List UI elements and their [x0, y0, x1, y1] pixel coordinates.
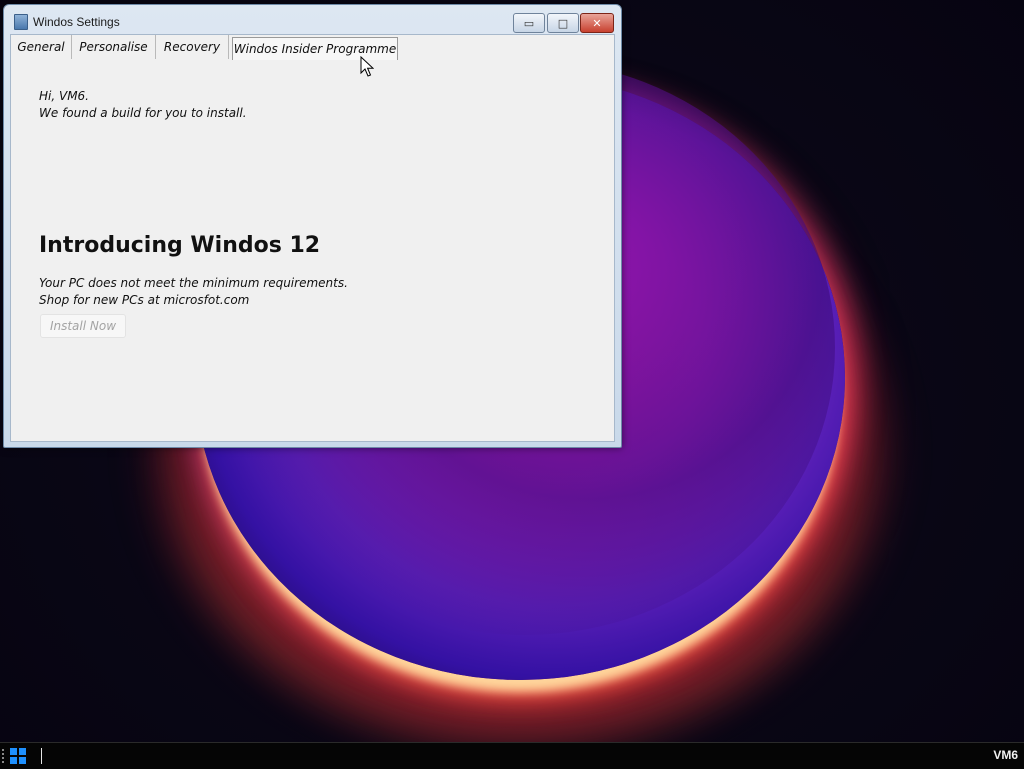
greeting-text: Hi, VM6. We found a build for you to ins… — [39, 88, 247, 122]
tab-recovery[interactable]: Recovery — [156, 35, 229, 59]
tray-computer-name: VM6 — [993, 748, 1018, 762]
windows-logo-pane — [10, 757, 17, 764]
windows-logo-icon — [10, 748, 17, 755]
maximize-icon: □ — [557, 16, 569, 30]
install-now-button[interactable]: Install Now — [40, 314, 126, 338]
greeting-line-1: Hi, VM6. — [39, 89, 89, 103]
settings-app-icon — [14, 14, 28, 30]
taskbar-grip-handle[interactable] — [2, 749, 7, 763]
window-titlebar[interactable]: Windos Settings ▭ □ ✕ — [4, 5, 621, 35]
minimize-icon: ▭ — [523, 16, 535, 30]
tab-strip: General Personalise Recovery Windos Insi… — [11, 35, 614, 61]
close-icon: ✕ — [592, 16, 602, 30]
requirements-line-2: Shop for new PCs at microsfot.com — [39, 293, 250, 307]
windows-logo-pane — [19, 757, 26, 764]
close-button[interactable]: ✕ — [580, 13, 614, 33]
page-title: Introducing Windos 12 — [39, 233, 321, 258]
settings-window: Windos Settings ▭ □ ✕ General Personalis… — [3, 4, 622, 448]
tab-general[interactable]: General — [11, 35, 72, 59]
window-title: Windos Settings — [33, 15, 120, 29]
maximize-button[interactable]: □ — [547, 13, 579, 33]
minimize-button[interactable]: ▭ — [513, 13, 545, 33]
taskbar: VM6 — [0, 742, 1024, 769]
greeting-line-2: We found a build for you to install. — [39, 106, 247, 120]
start-button[interactable] — [10, 748, 27, 764]
requirements-text: Your PC does not meet the minimum requir… — [39, 275, 348, 309]
requirements-line-1: Your PC does not meet the minimum requir… — [39, 276, 348, 290]
windows-logo-pane — [19, 748, 26, 755]
mouse-cursor-icon — [360, 56, 374, 77]
taskbar-divider — [41, 748, 42, 764]
window-client-area: General Personalise Recovery Windos Insi… — [10, 34, 615, 442]
tab-personalise[interactable]: Personalise — [72, 35, 156, 59]
